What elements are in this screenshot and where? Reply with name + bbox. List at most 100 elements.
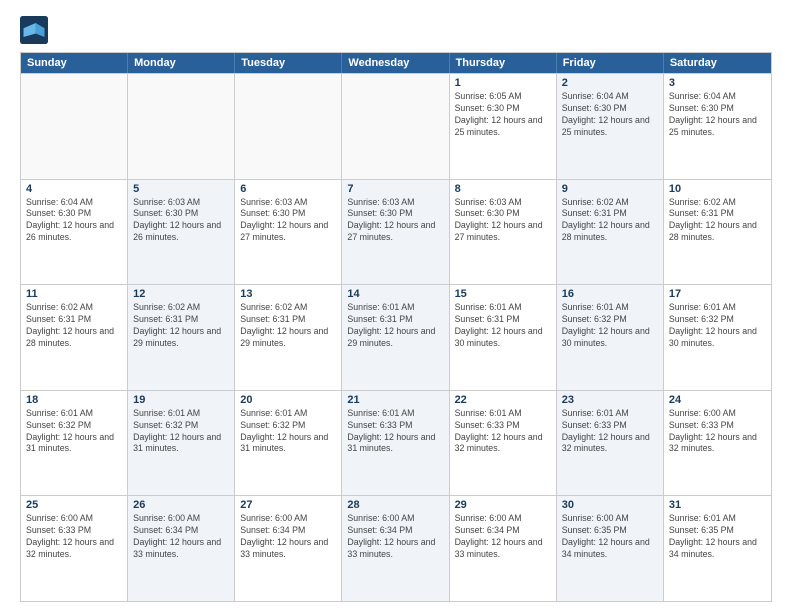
cell-info: Sunrise: 6:02 AM Sunset: 6:31 PM Dayligh… — [669, 197, 766, 245]
calendar-cell: 29 Sunrise: 6:00 AM Sunset: 6:34 PM Dayli… — [450, 496, 557, 601]
calendar-cell: 26 Sunrise: 6:00 AM Sunset: 6:34 PM Dayli… — [128, 496, 235, 601]
calendar-cell: 16 Sunrise: 6:01 AM Sunset: 6:32 PM Dayli… — [557, 285, 664, 390]
cell-info: Sunrise: 6:00 AM Sunset: 6:34 PM Dayligh… — [455, 513, 551, 561]
calendar-cell: 22 Sunrise: 6:01 AM Sunset: 6:33 PM Dayli… — [450, 391, 557, 496]
logo-icon — [20, 16, 48, 44]
calendar-header-cell: Saturday — [664, 53, 771, 73]
calendar-header-cell: Tuesday — [235, 53, 342, 73]
day-number: 26 — [133, 499, 229, 511]
cell-info: Sunrise: 6:04 AM Sunset: 6:30 PM Dayligh… — [26, 197, 122, 245]
calendar-cell: 13Sunrise: 6:02 AM Sunset: 6:31 PM Dayli… — [235, 285, 342, 390]
day-number: 15 — [455, 288, 551, 300]
day-number: 14 — [347, 288, 443, 300]
cell-info: Sunrise: 6:03 AM Sunset: 6:30 PM Dayligh… — [347, 197, 443, 245]
day-number: 18 — [26, 394, 122, 406]
day-number: 31 — [669, 499, 766, 511]
day-number: 21 — [347, 394, 443, 406]
cell-info: Sunrise: 6:00 AM Sunset: 6:34 PM Dayligh… — [240, 513, 336, 561]
calendar: SundayMondayTuesdayWednesdayThursdayFrid… — [20, 52, 772, 602]
day-number: 7 — [347, 183, 443, 195]
cell-info: Sunrise: 6:01 AM Sunset: 6:31 PM Dayligh… — [455, 302, 551, 350]
cell-info: Sunrise: 6:03 AM Sunset: 6:30 PM Dayligh… — [240, 197, 336, 245]
calendar-cell: 25Sunrise: 6:00 AM Sunset: 6:33 PM Dayli… — [21, 496, 128, 601]
calendar-week: 11 Sunrise: 6:02 AM Sunset: 6:31 PM Dayli… — [21, 284, 771, 390]
day-number: 27 — [240, 499, 336, 511]
day-number: 5 — [133, 183, 229, 195]
calendar-cell: 18Sunrise: 6:01 AM Sunset: 6:32 PM Dayli… — [21, 391, 128, 496]
calendar-cell: 11 Sunrise: 6:02 AM Sunset: 6:31 PM Dayli… — [21, 285, 128, 390]
calendar-header-cell: Friday — [557, 53, 664, 73]
calendar-cell — [342, 74, 449, 179]
cell-info: Sunrise: 6:01 AM Sunset: 6:32 PM Dayligh… — [562, 302, 658, 350]
cell-info: Sunrise: 6:00 AM Sunset: 6:34 PM Dayligh… — [347, 513, 443, 561]
calendar-cell — [128, 74, 235, 179]
day-number: 19 — [133, 394, 229, 406]
calendar-cell: 14 Sunrise: 6:01 AM Sunset: 6:31 PM Dayli… — [342, 285, 449, 390]
calendar-cell: 20Sunrise: 6:01 AM Sunset: 6:32 PM Dayli… — [235, 391, 342, 496]
cell-info: Sunrise: 6:02 AM Sunset: 6:31 PM Dayligh… — [133, 302, 229, 350]
cell-info: Sunrise: 6:04 AM Sunset: 6:30 PM Dayligh… — [562, 91, 658, 139]
cell-info: Sunrise: 6:04 AM Sunset: 6:30 PM Dayligh… — [669, 91, 766, 139]
cell-info: Sunrise: 6:01 AM Sunset: 6:32 PM Dayligh… — [133, 408, 229, 456]
calendar-week: 25Sunrise: 6:00 AM Sunset: 6:33 PM Dayli… — [21, 495, 771, 601]
calendar-week: 1 Sunrise: 6:05 AM Sunset: 6:30 PM Daylig… — [21, 73, 771, 179]
cell-info: Sunrise: 6:01 AM Sunset: 6:35 PM Dayligh… — [669, 513, 766, 561]
calendar-cell: 17Sunrise: 6:01 AM Sunset: 6:32 PM Dayli… — [664, 285, 771, 390]
calendar-cell: 10 Sunrise: 6:02 AM Sunset: 6:31 PM Dayli… — [664, 180, 771, 285]
calendar-header-cell: Sunday — [21, 53, 128, 73]
day-number: 10 — [669, 183, 766, 195]
calendar-cell: 30 Sunrise: 6:00 AM Sunset: 6:35 PM Dayli… — [557, 496, 664, 601]
calendar-header-cell: Wednesday — [342, 53, 449, 73]
calendar-cell: 5 Sunrise: 6:03 AM Sunset: 6:30 PM Daylig… — [128, 180, 235, 285]
day-number: 23 — [562, 394, 658, 406]
day-number: 3 — [669, 77, 766, 89]
calendar-cell: 31 Sunrise: 6:01 AM Sunset: 6:35 PM Dayli… — [664, 496, 771, 601]
cell-info: Sunrise: 6:05 AM Sunset: 6:30 PM Dayligh… — [455, 91, 551, 139]
calendar-cell: 15 Sunrise: 6:01 AM Sunset: 6:31 PM Dayli… — [450, 285, 557, 390]
calendar-cell: 4 Sunrise: 6:04 AM Sunset: 6:30 PM Daylig… — [21, 180, 128, 285]
cell-info: Sunrise: 6:00 AM Sunset: 6:33 PM Dayligh… — [26, 513, 122, 561]
day-number: 16 — [562, 288, 658, 300]
calendar-week: 18 Sunrise: 6:01 AM Sunset: 6:32 PM Dayli… — [21, 390, 771, 496]
cell-info: Sunrise: 6:00 AM Sunset: 6:34 PM Dayligh… — [133, 513, 229, 561]
calendar-cell: 27 Sunrise: 6:00 AM Sunset: 6:34 PM Dayli… — [235, 496, 342, 601]
calendar-body: 1 Sunrise: 6:05 AM Sunset: 6:30 PM Daylig… — [21, 73, 771, 601]
cell-info: Sunrise: 6:01 AM Sunset: 6:33 PM Dayligh… — [347, 408, 443, 456]
calendar-header: SundayMondayTuesdayWednesdayThursdayFrid… — [21, 53, 771, 73]
day-number: 28 — [347, 499, 443, 511]
page: SundayMondayTuesdayWednesdayThursdayFrid… — [0, 0, 792, 612]
calendar-cell — [235, 74, 342, 179]
day-number: 1 — [455, 77, 551, 89]
header — [20, 16, 772, 44]
day-number: 30 — [562, 499, 658, 511]
cell-info: Sunrise: 6:00 AM Sunset: 6:33 PM Dayligh… — [669, 408, 766, 456]
day-number: 11 — [26, 288, 122, 300]
calendar-cell — [21, 74, 128, 179]
calendar-cell: 12 Sunrise: 6:02 AM Sunset: 6:31 PM Dayli… — [128, 285, 235, 390]
logo — [20, 16, 52, 44]
calendar-cell: 6 Sunrise: 6:03 AM Sunset: 6:30 PM Daylig… — [235, 180, 342, 285]
calendar-week: 4 Sunrise: 6:04 AM Sunset: 6:30 PM Daylig… — [21, 179, 771, 285]
day-number: 22 — [455, 394, 551, 406]
cell-info: Sunrise: 6:01 AM Sunset: 6:33 PM Dayligh… — [455, 408, 551, 456]
day-number: 24 — [669, 394, 766, 406]
day-number: 4 — [26, 183, 122, 195]
cell-info: Sunrise: 6:03 AM Sunset: 6:30 PM Dayligh… — [455, 197, 551, 245]
cell-info: Sunrise: 6:02 AM Sunset: 6:31 PM Dayligh… — [240, 302, 336, 350]
calendar-cell: 9Sunrise: 6:02 AM Sunset: 6:31 PM Daylig… — [557, 180, 664, 285]
cell-info: Sunrise: 6:01 AM Sunset: 6:33 PM Dayligh… — [562, 408, 658, 456]
cell-info: Sunrise: 6:03 AM Sunset: 6:30 PM Dayligh… — [133, 197, 229, 245]
calendar-cell: 28 Sunrise: 6:00 AM Sunset: 6:34 PM Dayli… — [342, 496, 449, 601]
cell-info: Sunrise: 6:00 AM Sunset: 6:35 PM Dayligh… — [562, 513, 658, 561]
day-number: 17 — [669, 288, 766, 300]
day-number: 12 — [133, 288, 229, 300]
day-number: 6 — [240, 183, 336, 195]
day-number: 29 — [455, 499, 551, 511]
cell-info: Sunrise: 6:02 AM Sunset: 6:31 PM Dayligh… — [26, 302, 122, 350]
cell-info: Sunrise: 6:01 AM Sunset: 6:31 PM Dayligh… — [347, 302, 443, 350]
day-number: 8 — [455, 183, 551, 195]
calendar-header-cell: Thursday — [450, 53, 557, 73]
day-number: 2 — [562, 77, 658, 89]
calendar-cell: 21 Sunrise: 6:01 AM Sunset: 6:33 PM Dayli… — [342, 391, 449, 496]
day-number: 20 — [240, 394, 336, 406]
